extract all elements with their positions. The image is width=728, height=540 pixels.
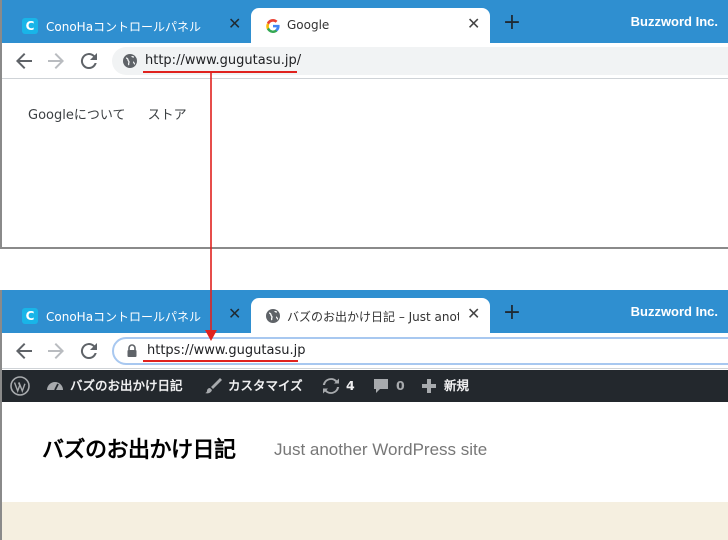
globe-icon	[266, 309, 280, 323]
back-arrow-icon[interactable]	[12, 49, 36, 73]
tab-wordpress-site[interactable]: バズのお出かけ日記 – Just another ✕	[251, 298, 490, 333]
reload-icon[interactable]	[77, 49, 101, 73]
plus-icon	[422, 379, 436, 393]
paintbrush-icon	[205, 378, 222, 394]
url-underline-annotation	[143, 71, 297, 73]
tab-strip: C ConoHaコントロールパネル ✕ Google ✕ + Buzzword …	[2, 0, 728, 43]
tab-google[interactable]: Google ✕	[251, 8, 490, 43]
reload-icon[interactable]	[77, 339, 101, 363]
browser-toolbar: https://www.gugutasu.jp	[2, 333, 728, 369]
updates-refresh-icon	[322, 378, 340, 394]
conoha-c-icon: C	[22, 18, 38, 34]
conoha-c-icon: C	[22, 308, 38, 324]
wp-customize-label: カスタマイズ	[228, 378, 303, 393]
tab-conoha[interactable]: C ConoHaコントロールパネル ✕	[2, 8, 250, 43]
close-icon[interactable]: ✕	[228, 305, 241, 323]
back-arrow-icon[interactable]	[12, 339, 36, 363]
new-tab-icon[interactable]: +	[500, 12, 524, 36]
tab-title: ConoHaコントロールパネル	[46, 20, 202, 34]
tab-title: バズのお出かけ日記 – Just another	[287, 310, 459, 324]
wp-updates-count: 4	[346, 378, 355, 393]
comment-bubble-icon	[374, 379, 388, 393]
wp-site-name: バズのお出かけ日記	[70, 378, 183, 393]
browser-after: C ConoHaコントロールパネル ✕ バズのお出かけ日記 – Just ano…	[0, 290, 728, 540]
wp-new-label: 新規	[444, 378, 470, 393]
wp-admin-bar: バズのお出かけ日記 カスタマイズ 4 0 新規	[2, 370, 728, 402]
site-title[interactable]: バズのお出かけ日記	[42, 432, 236, 464]
close-icon[interactable]: ✕	[467, 15, 480, 33]
site-description: Just another WordPress site	[274, 440, 488, 459]
tab-title: ConoHaコントロールパネル	[46, 310, 202, 324]
link-about-google[interactable]: Googleについて	[28, 108, 125, 123]
browser-before: C ConoHaコントロールパネル ✕ Google ✕ + Buzzword …	[0, 0, 728, 249]
globe-info-icon	[123, 54, 137, 68]
site-header: バズのお出かけ日記 Just another WordPress site	[2, 402, 728, 502]
google-g-icon	[266, 19, 280, 33]
forward-arrow-icon[interactable]	[44, 339, 68, 363]
wp-comments-count: 0	[396, 378, 405, 393]
google-top-links: Googleについて ストア	[28, 104, 205, 123]
url-text: https://www.gugutasu.jp	[147, 343, 306, 358]
content-area	[2, 502, 728, 540]
forward-arrow-icon[interactable]	[44, 49, 68, 73]
lock-icon	[127, 344, 137, 357]
brand-label: Buzzword Inc.	[630, 14, 718, 29]
brand-label: Buzzword Inc.	[630, 304, 718, 319]
close-icon[interactable]: ✕	[467, 305, 480, 323]
close-icon[interactable]: ✕	[228, 15, 241, 33]
url-underline-annotation	[143, 360, 298, 362]
tab-title: Google	[287, 18, 330, 32]
tab-conoha[interactable]: C ConoHaコントロールパネル ✕	[2, 298, 250, 333]
new-tab-icon[interactable]: +	[500, 302, 524, 326]
link-store[interactable]: ストア	[148, 108, 187, 123]
wordpress-icon	[10, 376, 30, 396]
tab-strip: C ConoHaコントロールパネル ✕ バズのお出かけ日記 – Just ano…	[2, 290, 728, 333]
browser-toolbar: http://www.gugutasu.jp/	[2, 43, 728, 79]
wp-logo-menu[interactable]	[10, 370, 34, 402]
dashboard-gauge-icon	[47, 382, 63, 391]
url-text: http://www.gugutasu.jp/	[145, 53, 302, 68]
